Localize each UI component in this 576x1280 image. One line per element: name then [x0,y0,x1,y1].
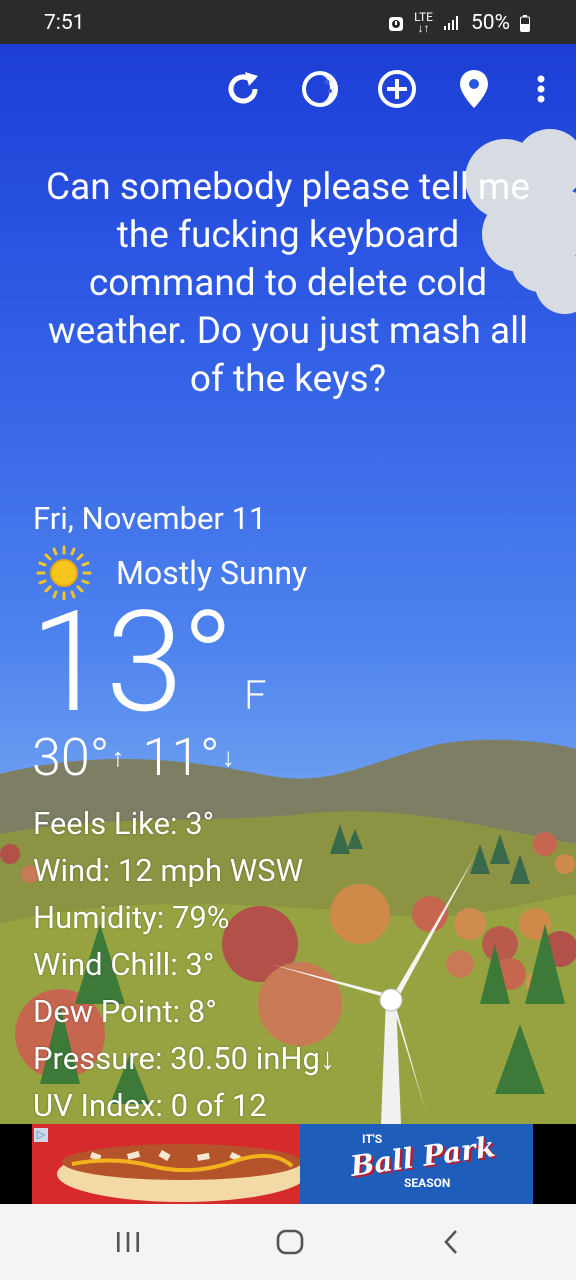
ad-image-hotdog[interactable] [32,1124,300,1204]
refresh-icon [228,72,258,104]
signal-icon [444,16,458,30]
location-button[interactable] [451,66,497,112]
recents-button[interactable] [98,1222,158,1262]
add-location-button[interactable] [374,66,420,112]
low-arrow-icon: ↓ [221,742,235,773]
more-vert-icon [537,75,545,103]
forecast-date: Fri, November 11 [33,500,267,537]
alarm-icon [389,17,404,31]
battery-text: 50% [471,11,510,35]
adchoices-icon[interactable]: ▷ [34,1128,48,1142]
back-icon [444,1230,457,1254]
theme-icon [302,71,338,107]
current-temperature: 13° [30,581,234,745]
ad-banner[interactable]: ▷ IT'S Ball Park SEASON [0,1124,576,1204]
refresh-button[interactable] [220,66,266,112]
battery-icon [520,14,530,32]
status-time: 7:51 [44,11,85,35]
toolbar [0,66,576,112]
screen: 7:51 LTE ↓↑ 50% Can somebody please tell… [0,0,576,1280]
network-type: LTE ↓↑ [414,10,433,35]
add-location-icon [378,70,416,108]
home-icon [276,1229,304,1255]
high-low-temps: 30° ↑ 11° ↓ [32,727,253,788]
theme-button[interactable] [297,66,343,112]
wind: Wind: 12 mph WSW [33,852,304,889]
recents-icon [117,1232,139,1252]
wind-chill: Wind Chill: 3° [33,946,215,983]
ad-brand-panel[interactable]: IT'S Ball Park SEASON [300,1124,533,1204]
humidity: Humidity: 79% [33,899,230,936]
dew-point: Dew Point: 8° [33,993,217,1030]
pressure: Pressure: 30.50 inHg↓ [33,1040,336,1077]
home-button[interactable] [260,1222,320,1262]
more-options-button[interactable] [518,66,564,112]
ad-tagline-top: IT'S [362,1132,383,1146]
high-arrow-icon: ↑ [111,742,125,773]
low-temp: 11° [142,727,220,788]
status-icons: LTE ↓↑ 50% [388,11,530,35]
navigation-bar [0,1204,576,1280]
hotdog-illustration [32,1124,300,1204]
weather-details: Feels Like: 3° Wind: 12 mph WSW Humidity… [33,800,335,1129]
ad-tagline-bottom: SEASON [404,1176,451,1190]
feels-like: Feels Like: 3° [33,805,215,842]
temperature-unit: F [244,672,267,719]
high-temp: 30° [32,727,110,788]
location-pin-icon [460,70,488,108]
status-bar: 7:51 LTE ↓↑ 50% [0,0,576,44]
back-button[interactable] [421,1222,481,1262]
snarky-quote: Can somebody please tell me the fucking … [46,166,530,401]
uv-index: UV Index: 0 of 12 [33,1087,267,1124]
